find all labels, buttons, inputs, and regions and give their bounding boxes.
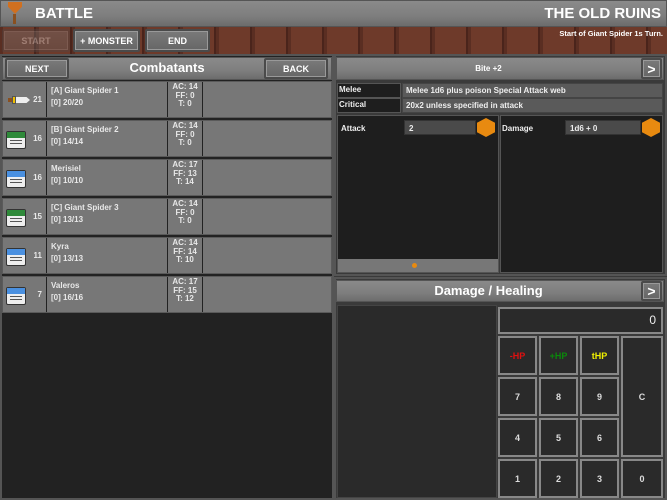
key-2-button[interactable]: 2 xyxy=(539,459,578,498)
combatant-row[interactable]: 11 Kyra [0] 13/13 AC: 14 FF: 14 T: 10 xyxy=(2,237,332,274)
back-button[interactable]: BACK xyxy=(264,58,328,79)
damage-log xyxy=(337,305,497,498)
attack-roll-box xyxy=(337,115,499,273)
key-9-button[interactable]: 9 xyxy=(580,377,619,416)
end-button[interactable]: END xyxy=(145,29,210,52)
attack-pager xyxy=(338,259,498,272)
melee-value: Melee 1d6 plus poison Special Attack web xyxy=(402,83,663,98)
page-title: BATTLE xyxy=(35,5,94,22)
key-5-button[interactable]: 5 xyxy=(539,418,578,457)
combatant-row[interactable]: 21 [A] Giant Spider 1 [0] 20/20 AC: 14 FF:… xyxy=(2,81,332,118)
touch-ac: T: 12 xyxy=(176,294,194,303)
attack-field[interactable]: 2 xyxy=(404,120,476,135)
critical-value: 20x2 unless specified in attack xyxy=(402,98,663,113)
minus-hp-button[interactable]: -HP xyxy=(498,336,537,375)
initiative: 16 xyxy=(33,134,42,143)
temp-hp-button[interactable]: tHP xyxy=(580,336,619,375)
location-title: THE OLD RUINS xyxy=(544,5,661,22)
combatant-row[interactable]: 15 [C] Giant Spider 3 [0] 13/13 AC: 14 FF:… xyxy=(2,198,332,235)
initiative: 21 xyxy=(33,95,42,104)
touch-ac: T: 0 xyxy=(178,216,192,225)
attack-title[interactable]: Bite +2 xyxy=(336,64,641,73)
key-6-button[interactable]: 6 xyxy=(580,418,619,457)
add-monster-button[interactable]: + MONSTER xyxy=(73,29,140,52)
amount-display: 0 xyxy=(498,307,663,334)
player-card-icon xyxy=(6,287,26,305)
combatant-name: [C] Giant Spider 3 xyxy=(51,203,119,212)
critical-label: Critical xyxy=(339,100,367,109)
monster-card-icon xyxy=(6,131,26,149)
touch-ac: T: 0 xyxy=(178,138,192,147)
initiative: 16 xyxy=(33,173,42,182)
combatant-name: [B] Giant Spider 2 xyxy=(51,125,119,134)
plus-hp-button[interactable]: +HP xyxy=(539,336,578,375)
shield-icon xyxy=(8,2,22,24)
start-button[interactable]: START xyxy=(2,29,70,52)
key-8-button[interactable]: 8 xyxy=(539,377,578,416)
touch-ac: T: 10 xyxy=(176,255,194,264)
melee-label: Melee xyxy=(339,85,362,94)
next-attack-button[interactable]: > xyxy=(641,58,662,79)
combatant-hp: [0] 20/20 xyxy=(51,98,84,107)
combatant-hp: [0] 13/13 xyxy=(51,254,84,263)
initiative: 11 xyxy=(33,251,42,260)
key-1-button[interactable]: 1 xyxy=(498,459,537,498)
touch-ac: T: 14 xyxy=(176,177,194,186)
combatant-row[interactable]: 16 Merisiel [0] 10/10 AC: 17 FF: 13 T: 14 xyxy=(2,159,332,196)
combatant-name: [A] Giant Spider 1 xyxy=(51,86,119,95)
player-card-icon xyxy=(6,248,26,266)
clear-button[interactable]: C xyxy=(621,336,663,457)
page-dot-icon[interactable] xyxy=(412,263,417,268)
combatant-hp: [0] 16/16 xyxy=(51,293,84,302)
initiative: 7 xyxy=(37,290,42,299)
combatant-name: Kyra xyxy=(51,242,69,251)
damage-field[interactable]: 1d6 + 0 xyxy=(565,120,641,135)
next-button[interactable]: NEXT xyxy=(5,58,69,79)
key-7-button[interactable]: 7 xyxy=(498,377,537,416)
next-damage-button[interactable]: > xyxy=(641,281,662,301)
key-0-button[interactable]: 0 xyxy=(621,459,663,498)
initiative: 15 xyxy=(33,212,42,221)
combatant-name: Valeros xyxy=(51,281,80,290)
damage-label: Damage xyxy=(502,124,534,133)
combatant-hp: [0] 10/10 xyxy=(51,176,84,185)
combatant-hp: [0] 14/14 xyxy=(51,137,84,146)
combatant-row[interactable]: 7 Valeros [0] 16/16 AC: 17 FF: 15 T: 12 xyxy=(2,276,332,313)
combatant-name: Merisiel xyxy=(51,164,81,173)
player-card-icon xyxy=(6,170,26,188)
damage-roll-box xyxy=(500,115,663,273)
touch-ac: T: 0 xyxy=(178,99,192,108)
damage-title: Damage / Healing xyxy=(434,283,543,298)
monster-card-icon xyxy=(6,209,26,227)
attack-label: Attack xyxy=(341,124,366,133)
combatants-title: Combatants xyxy=(129,60,205,75)
key-3-button[interactable]: 3 xyxy=(580,459,619,498)
combatant-row[interactable]: 16 [B] Giant Spider 2 [0] 14/14 AC: 14 FF:… xyxy=(2,120,332,157)
sword-icon xyxy=(8,96,32,104)
status-text: Start of Giant Spider 1s Turn. xyxy=(559,29,663,38)
key-4-button[interactable]: 4 xyxy=(498,418,537,457)
combatant-hp: [0] 13/13 xyxy=(51,215,84,224)
